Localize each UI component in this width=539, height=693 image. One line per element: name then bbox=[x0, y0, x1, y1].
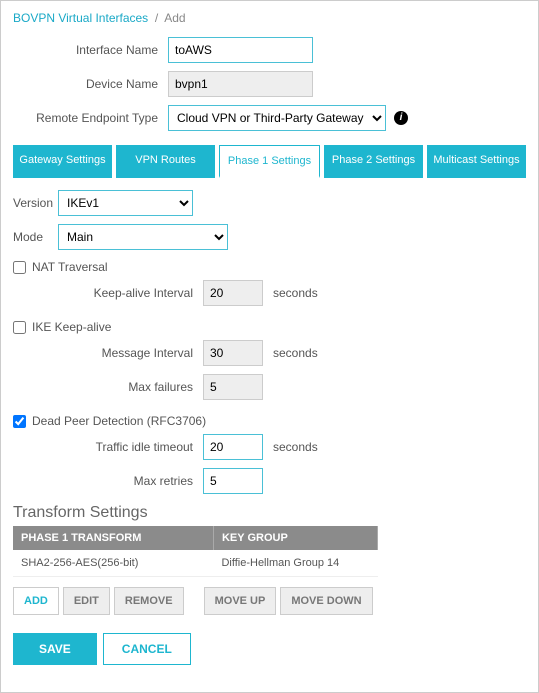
breadcrumb: BOVPN Virtual Interfaces / Add bbox=[13, 11, 526, 25]
breadcrumb-root[interactable]: BOVPN Virtual Interfaces bbox=[13, 11, 148, 25]
device-name-label: Device Name bbox=[13, 77, 168, 91]
max-failures-label: Max failures bbox=[13, 380, 203, 394]
interface-name-input[interactable] bbox=[168, 37, 313, 63]
remote-endpoint-label: Remote Endpoint Type bbox=[13, 111, 168, 125]
transform-cell-1: SHA2-256-AES(256-bit) bbox=[13, 550, 213, 577]
nat-traversal-checkbox[interactable] bbox=[13, 261, 26, 274]
add-button[interactable]: ADD bbox=[13, 587, 59, 615]
ike-keepalive-label: IKE Keep-alive bbox=[32, 320, 111, 334]
transform-table: Phase 1 Transform Key Group SHA2-256-AES… bbox=[13, 526, 378, 577]
tab-phase2-settings[interactable]: Phase 2 Settings bbox=[324, 145, 423, 178]
msg-interval-label: Message Interval bbox=[13, 346, 203, 360]
table-row[interactable]: SHA2-256-AES(256-bit) Diffie-Hellman Gro… bbox=[13, 550, 378, 577]
tab-vpn-routes[interactable]: VPN Routes bbox=[116, 145, 215, 178]
cancel-button[interactable]: CANCEL bbox=[103, 633, 191, 665]
edit-button[interactable]: EDIT bbox=[63, 587, 110, 615]
remove-button[interactable]: REMOVE bbox=[114, 587, 184, 615]
tab-multicast-settings[interactable]: Multicast Settings bbox=[427, 145, 526, 178]
idle-timeout-unit: seconds bbox=[273, 440, 318, 454]
idle-timeout-input[interactable] bbox=[203, 434, 263, 460]
info-icon[interactable]: i bbox=[394, 111, 408, 125]
max-retries-label: Max retries bbox=[13, 474, 203, 488]
max-retries-input[interactable] bbox=[203, 468, 263, 494]
movedown-button[interactable]: MOVE DOWN bbox=[280, 587, 372, 615]
tabs: Gateway Settings VPN Routes Phase 1 Sett… bbox=[13, 145, 526, 178]
keepalive-label: Keep-alive Interval bbox=[13, 286, 203, 300]
breadcrumb-current: Add bbox=[164, 11, 185, 25]
max-failures-input[interactable] bbox=[203, 374, 263, 400]
tab-gateway-settings[interactable]: Gateway Settings bbox=[13, 145, 112, 178]
msg-interval-unit: seconds bbox=[273, 346, 318, 360]
mode-select[interactable]: Main bbox=[58, 224, 228, 250]
dpd-checkbox[interactable] bbox=[13, 415, 26, 428]
device-name-input[interactable] bbox=[168, 71, 313, 97]
tab-phase1-settings[interactable]: Phase 1 Settings bbox=[219, 145, 320, 178]
idle-timeout-label: Traffic idle timeout bbox=[13, 440, 203, 454]
ike-keepalive-checkbox[interactable] bbox=[13, 321, 26, 334]
transform-title: Transform Settings bbox=[13, 504, 526, 522]
mode-label: Mode bbox=[13, 230, 58, 244]
remote-endpoint-select[interactable]: Cloud VPN or Third-Party Gateway bbox=[168, 105, 386, 131]
keepalive-unit: seconds bbox=[273, 286, 318, 300]
version-select[interactable]: IKEv1 bbox=[58, 190, 193, 216]
msg-interval-input[interactable] bbox=[203, 340, 263, 366]
version-label: Version bbox=[13, 196, 58, 210]
dpd-label: Dead Peer Detection (RFC3706) bbox=[32, 414, 206, 428]
transform-header-1[interactable]: Phase 1 Transform bbox=[13, 526, 213, 550]
moveup-button[interactable]: MOVE UP bbox=[204, 587, 277, 615]
nat-traversal-label: NAT Traversal bbox=[32, 260, 108, 274]
save-button[interactable]: SAVE bbox=[13, 633, 97, 665]
interface-name-label: Interface Name bbox=[13, 43, 168, 57]
transform-cell-2: Diffie-Hellman Group 14 bbox=[213, 550, 377, 577]
transform-header-2[interactable]: Key Group bbox=[213, 526, 377, 550]
keepalive-input[interactable] bbox=[203, 280, 263, 306]
